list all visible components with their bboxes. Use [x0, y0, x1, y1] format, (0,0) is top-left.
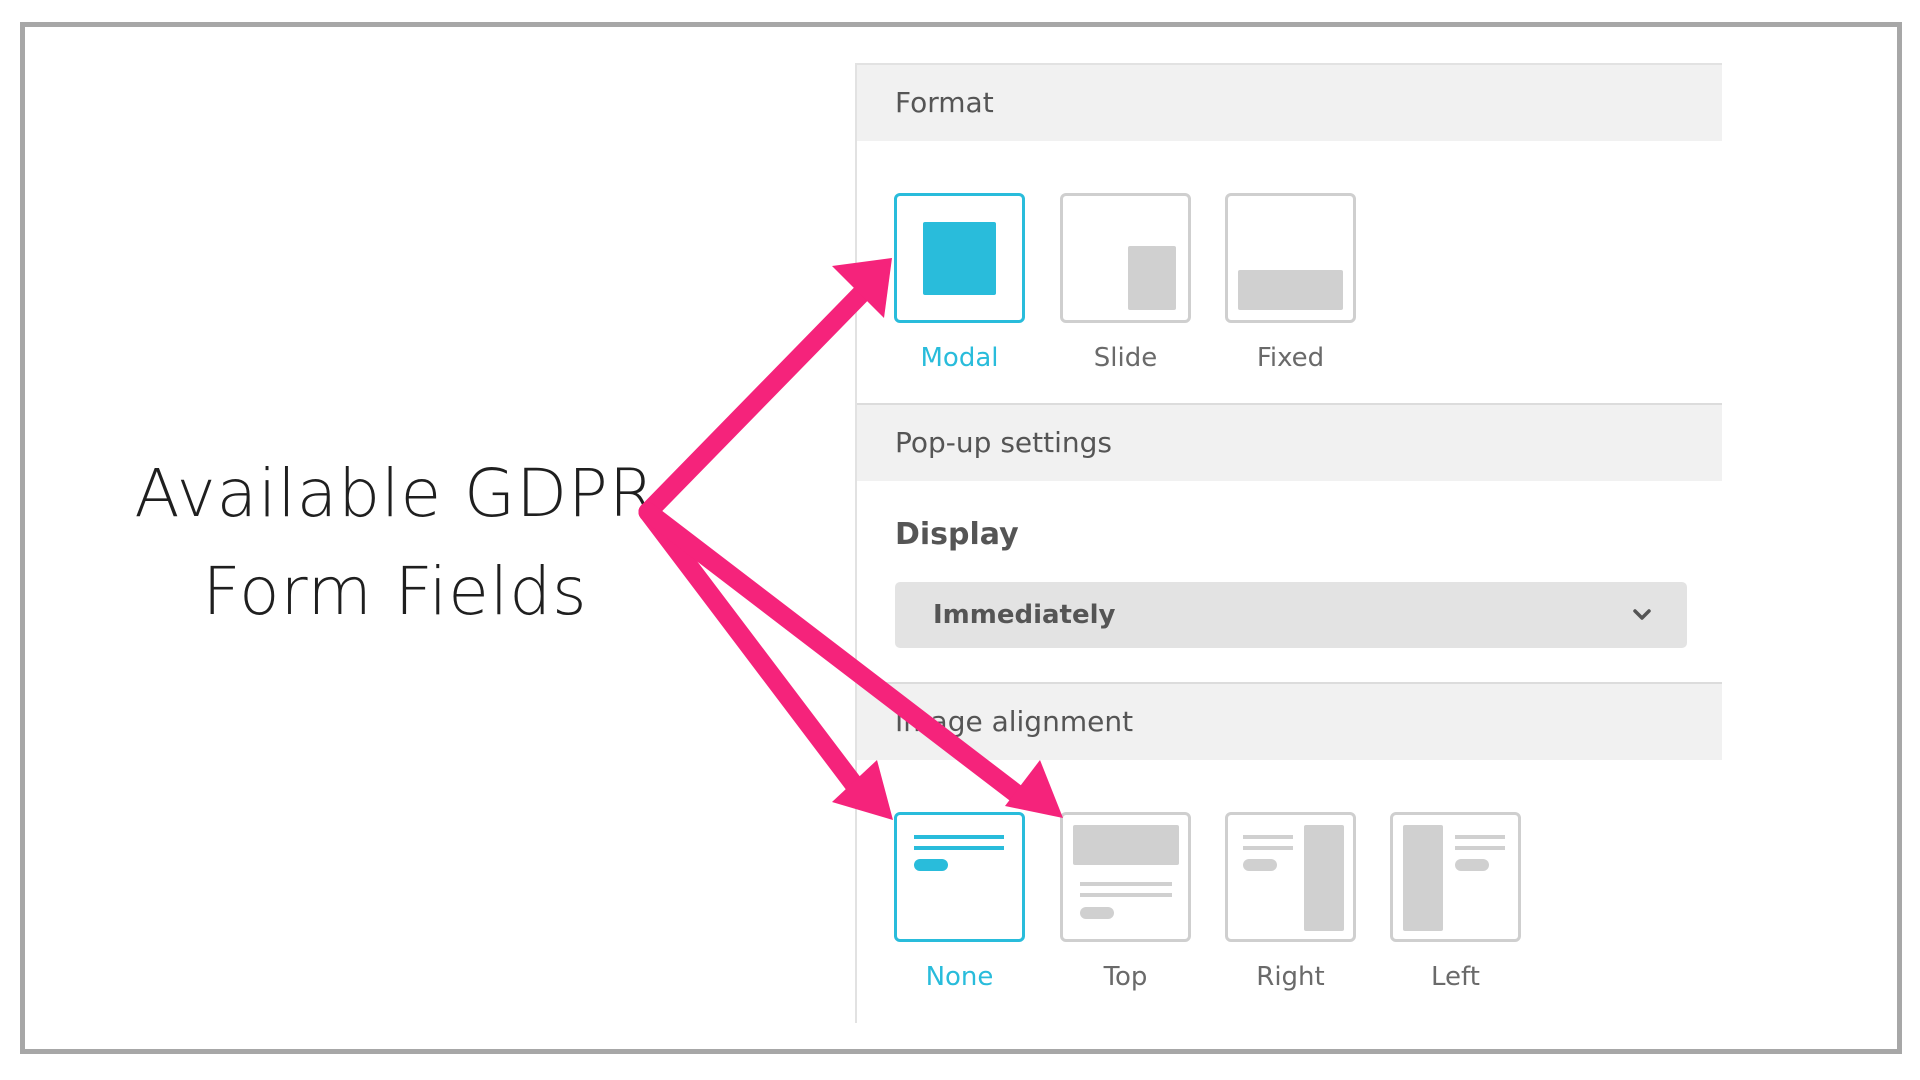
alignment-option-top[interactable]: Top — [1060, 812, 1191, 992]
button-pill-shape — [914, 859, 948, 871]
image-block-shape — [1073, 825, 1179, 865]
format-option-label: Modal — [920, 343, 999, 373]
format-option-modal[interactable]: Modal — [894, 193, 1025, 373]
display-select[interactable]: Immediately — [895, 582, 1687, 648]
fixed-layout-icon — [1225, 193, 1356, 323]
display-select-value: Immediately — [933, 600, 1116, 630]
settings-panel: Format Modal Slide Fixed Pop-up settings… — [855, 63, 1722, 1023]
alignment-option-label: Top — [1103, 962, 1148, 992]
format-section-header: Format — [857, 65, 1722, 141]
chevron-down-icon — [1633, 609, 1651, 620]
popup-section-header: Pop-up settings — [857, 405, 1722, 481]
screenshot-canvas: Available GDPR Form Fields Format Modal … — [0, 0, 1920, 1080]
format-option-label: Fixed — [1256, 343, 1325, 373]
slide-layout-icon — [1060, 193, 1191, 323]
fixed-block-shape — [1238, 270, 1343, 310]
image-block-shape — [1304, 825, 1344, 931]
text-line-shape — [914, 846, 1004, 850]
text-line-shape — [914, 835, 1004, 839]
align-top-icon — [1060, 812, 1191, 942]
align-right-icon — [1225, 812, 1356, 942]
annotation-line-2: Form Fields — [202, 553, 588, 630]
slide-block-shape — [1128, 246, 1176, 310]
text-line-shape — [1243, 835, 1293, 839]
alignment-option-none[interactable]: None — [894, 812, 1025, 992]
modal-layout-icon — [894, 193, 1025, 323]
alignment-option-label: Left — [1431, 962, 1480, 992]
alignment-option-left[interactable]: Left — [1390, 812, 1521, 992]
format-option-label: Slide — [1093, 343, 1158, 373]
text-line-shape — [1243, 846, 1293, 850]
button-pill-shape — [1455, 859, 1489, 871]
button-pill-shape — [1080, 907, 1114, 919]
alignment-option-label: None — [925, 962, 994, 992]
align-none-icon — [894, 812, 1025, 942]
format-option-slide[interactable]: Slide — [1060, 193, 1191, 373]
alignment-option-label: Right — [1256, 962, 1325, 992]
display-field-label: Display — [895, 517, 1019, 552]
format-option-fixed[interactable]: Fixed — [1225, 193, 1356, 373]
align-left-icon — [1390, 812, 1521, 942]
annotation-line-1: Available GDPR — [134, 455, 656, 532]
button-pill-shape — [1243, 859, 1277, 871]
text-line-shape — [1080, 882, 1172, 886]
image-alignment-section-header: Image alignment — [857, 684, 1722, 760]
alignment-option-right[interactable]: Right — [1225, 812, 1356, 992]
text-line-shape — [1455, 846, 1505, 850]
text-line-shape — [1455, 835, 1505, 839]
modal-block-shape — [923, 222, 996, 295]
annotation-callout: Available GDPR Form Fields — [130, 445, 660, 641]
image-block-shape — [1403, 825, 1443, 931]
text-line-shape — [1080, 893, 1172, 897]
